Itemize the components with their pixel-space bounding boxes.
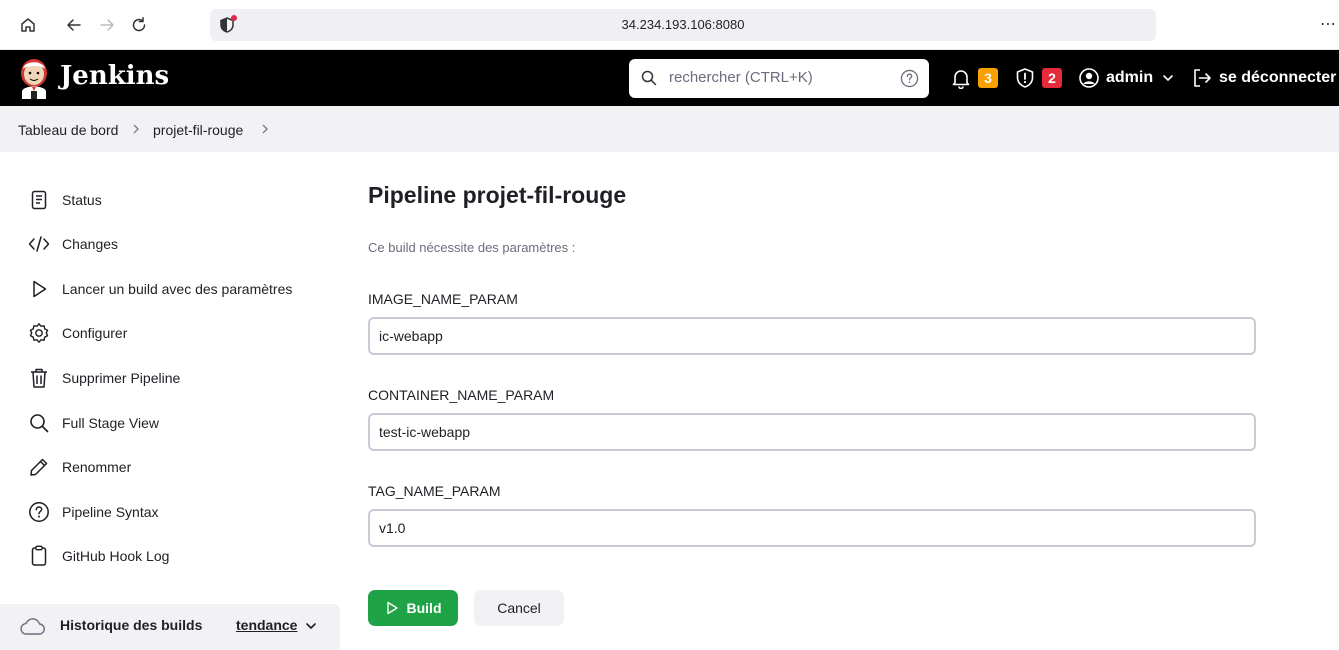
notifications-button[interactable]: 3: [950, 67, 998, 89]
url-text[interactable]: 34.234.193.106:8080: [210, 17, 1156, 32]
breadcrumb-project[interactable]: projet-fil-rouge: [153, 122, 243, 138]
cancel-button-label: Cancel: [497, 600, 541, 616]
sidebar-item-github-hook-log[interactable]: GitHub Hook Log: [28, 544, 169, 568]
sidebar-item-label: Pipeline Syntax: [62, 504, 159, 520]
trash-icon: [28, 367, 50, 389]
sidebar-item-label: GitHub Hook Log: [62, 548, 170, 564]
page-title: Pipeline projet-fil-rouge: [368, 182, 627, 208]
sidebar-item-label: Configurer: [62, 325, 128, 341]
forward-arrow-icon[interactable]: [96, 14, 118, 36]
breadcrumb: Tableau de bord projet-fil-rouge: [0, 106, 1339, 152]
chevron-down-icon[interactable]: [304, 619, 318, 633]
chevron-right-icon: [133, 124, 139, 134]
back-arrow-icon[interactable]: [63, 14, 85, 36]
sidebar-item-label: Supprimer Pipeline: [62, 370, 181, 386]
tag-name-input[interactable]: [368, 509, 1256, 547]
jenkins-header: Jenkins 3 2 admin se déconnecter: [0, 50, 1339, 106]
browser-toolbar: 34.234.193.106:8080 ⋯: [0, 0, 1339, 50]
reload-icon[interactable]: [128, 14, 150, 36]
breadcrumb-dashboard[interactable]: Tableau de bord: [18, 122, 118, 138]
play-icon: [28, 278, 50, 300]
sidebar-item-label: Full Stage View: [62, 415, 160, 431]
chevron-down-icon[interactable]: [1161, 71, 1175, 85]
shield-alert-icon: [1016, 68, 1034, 88]
bell-icon: [952, 70, 970, 89]
cancel-button[interactable]: Cancel: [474, 590, 564, 626]
sidebar-item-label: Changes: [62, 236, 119, 252]
jenkins-logo-icon[interactable]: [18, 57, 50, 99]
sidebar-item-build-with-parameters[interactable]: Lancer un build avec des paramètres: [28, 277, 292, 301]
search-box[interactable]: [629, 59, 929, 98]
help-icon: [28, 501, 50, 523]
cloud-icon: [20, 618, 45, 635]
chevron-right-icon[interactable]: [260, 123, 270, 135]
notifications-badge: 3: [978, 68, 998, 88]
address-bar[interactable]: 34.234.193.106:8080: [210, 9, 1156, 41]
sidebar-item-configure[interactable]: Configurer: [28, 321, 127, 345]
build-history-title: Historique des builds: [60, 617, 203, 633]
user-avatar-icon: [1079, 68, 1099, 88]
image-name-input[interactable]: [368, 317, 1256, 355]
sidebar-item-status[interactable]: Status: [28, 188, 102, 212]
sidebar-item-label: Renommer: [62, 459, 132, 475]
sidebar-item-label: Lancer un build avec des paramètres: [62, 281, 293, 297]
sidebar-item-label: Status: [62, 192, 102, 208]
sidebar-item-full-stage-view[interactable]: Full Stage View: [28, 411, 159, 435]
sidebar-item-rename[interactable]: Renommer: [28, 455, 131, 479]
search-input[interactable]: [669, 69, 889, 86]
sidebar-item-pipeline-syntax[interactable]: Pipeline Syntax: [28, 500, 159, 524]
param-label-image-name: IMAGE_NAME_PARAM: [368, 291, 518, 307]
sidebar-item-delete-pipeline[interactable]: Supprimer Pipeline: [28, 366, 180, 390]
trend-link[interactable]: tendance: [236, 617, 297, 633]
user-menu[interactable]: admin: [1078, 67, 1175, 89]
logout-icon: [1194, 69, 1211, 87]
document-icon: [28, 189, 50, 211]
clipboard-icon: [28, 545, 50, 567]
param-label-tag-name: TAG_NAME_PARAM: [368, 483, 501, 499]
build-button[interactable]: Build: [368, 590, 458, 626]
security-button[interactable]: 2: [1014, 67, 1062, 89]
logout-link[interactable]: se déconnecter: [1191, 67, 1336, 89]
search-icon: [28, 412, 50, 434]
jenkins-title[interactable]: Jenkins: [60, 61, 169, 91]
more-menu-icon[interactable]: ⋯: [1320, 14, 1337, 34]
param-label-container-name: CONTAINER_NAME_PARAM: [368, 387, 555, 403]
container-name-input[interactable]: [368, 413, 1256, 451]
user-name[interactable]: admin: [1106, 69, 1153, 87]
security-badge: 2: [1042, 68, 1062, 88]
logout-label[interactable]: se déconnecter: [1219, 69, 1336, 87]
help-icon[interactable]: [900, 69, 919, 88]
search-icon: [641, 70, 657, 86]
build-history-panel: Historique des builds tendance: [0, 604, 340, 650]
build-button-label: Build: [406, 600, 442, 616]
pencil-icon: [28, 456, 50, 478]
sidebar-item-changes[interactable]: Changes: [28, 232, 118, 256]
play-icon: [386, 601, 398, 615]
home-icon[interactable]: [17, 14, 39, 36]
parameters-description: Ce build nécessite des paramètres :: [368, 240, 576, 255]
code-icon: [28, 233, 50, 255]
gear-icon: [28, 322, 50, 344]
